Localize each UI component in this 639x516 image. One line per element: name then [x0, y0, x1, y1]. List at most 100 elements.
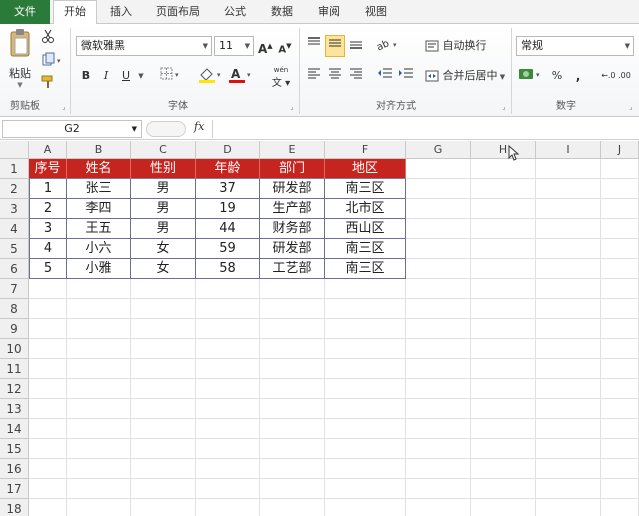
- empty-cell[interactable]: [406, 459, 471, 479]
- row-header-8[interactable]: 8: [0, 299, 29, 319]
- empty-cell[interactable]: [406, 419, 471, 439]
- row-header-14[interactable]: 14: [0, 419, 29, 439]
- empty-cell[interactable]: [406, 359, 471, 379]
- empty-cell[interactable]: [67, 379, 131, 399]
- empty-cell[interactable]: [67, 459, 131, 479]
- table-cell[interactable]: 女: [131, 239, 196, 259]
- table-cell[interactable]: 59: [196, 239, 260, 259]
- empty-cell[interactable]: [196, 399, 260, 419]
- empty-cell[interactable]: [325, 459, 406, 479]
- empty-cell[interactable]: [67, 439, 131, 459]
- empty-cell[interactable]: [406, 259, 471, 279]
- empty-cell[interactable]: [536, 199, 601, 219]
- empty-cell[interactable]: [29, 419, 67, 439]
- table-cell[interactable]: 王五: [67, 219, 131, 239]
- bold-button[interactable]: B: [78, 66, 94, 86]
- empty-cell[interactable]: [325, 379, 406, 399]
- empty-cell[interactable]: [196, 459, 260, 479]
- empty-cell[interactable]: [601, 399, 639, 419]
- empty-cell[interactable]: [406, 339, 471, 359]
- row-header-9[interactable]: 9: [0, 319, 29, 339]
- empty-cell[interactable]: [196, 439, 260, 459]
- empty-cell[interactable]: [601, 339, 639, 359]
- format-painter-icon[interactable]: [40, 74, 56, 94]
- table-cell[interactable]: 研发部: [260, 239, 325, 259]
- tab-home[interactable]: 开始: [53, 0, 97, 25]
- table-cell[interactable]: 1: [29, 179, 67, 199]
- empty-cell[interactable]: [406, 219, 471, 239]
- empty-cell[interactable]: [260, 319, 325, 339]
- row-header-16[interactable]: 16: [0, 459, 29, 479]
- column-header-f[interactable]: F: [325, 141, 406, 159]
- grow-font-button[interactable]: A▲: [258, 36, 273, 56]
- empty-cell[interactable]: [131, 339, 196, 359]
- empty-cell[interactable]: [29, 439, 67, 459]
- align-center-icon[interactable]: [326, 66, 344, 86]
- empty-cell[interactable]: [131, 439, 196, 459]
- formula-bar-divider[interactable]: [146, 121, 186, 137]
- font-name-select[interactable]: 微软雅黑 ▼: [76, 36, 212, 56]
- empty-cell[interactable]: [325, 439, 406, 459]
- row-header-11[interactable]: 11: [0, 359, 29, 379]
- table-cell[interactable]: 工艺部: [260, 259, 325, 279]
- empty-cell[interactable]: [29, 459, 67, 479]
- font-launcher-icon[interactable]: ⌟: [288, 103, 296, 111]
- accounting-format-icon[interactable]: ▾: [518, 66, 546, 86]
- column-header-a[interactable]: A: [29, 141, 67, 159]
- empty-cell[interactable]: [406, 299, 471, 319]
- empty-cell[interactable]: [325, 479, 406, 499]
- italic-button[interactable]: I: [98, 66, 114, 86]
- table-cell[interactable]: 男: [131, 199, 196, 219]
- table-cell[interactable]: 小雅: [67, 259, 131, 279]
- row-header-10[interactable]: 10: [0, 339, 29, 359]
- empty-cell[interactable]: [67, 419, 131, 439]
- underline-button[interactable]: U: [118, 66, 134, 86]
- table-cell[interactable]: 南三区: [325, 259, 406, 279]
- empty-cell[interactable]: [471, 259, 536, 279]
- table-cell[interactable]: 3: [29, 219, 67, 239]
- empty-cell[interactable]: [29, 299, 67, 319]
- row-header-7[interactable]: 7: [0, 279, 29, 299]
- empty-cell[interactable]: [67, 499, 131, 516]
- insert-function-icon[interactable]: fx: [194, 120, 204, 133]
- column-header-c[interactable]: C: [131, 141, 196, 159]
- empty-cell[interactable]: [471, 379, 536, 399]
- empty-cell[interactable]: [536, 419, 601, 439]
- table-cell[interactable]: 南三区: [325, 179, 406, 199]
- empty-cell[interactable]: [260, 499, 325, 516]
- empty-cell[interactable]: [196, 299, 260, 319]
- empty-cell[interactable]: [601, 439, 639, 459]
- empty-cell[interactable]: [260, 459, 325, 479]
- empty-cell[interactable]: [67, 279, 131, 299]
- empty-cell[interactable]: [131, 379, 196, 399]
- table-cell[interactable]: 44: [196, 219, 260, 239]
- empty-cell[interactable]: [196, 279, 260, 299]
- empty-cell[interactable]: [260, 419, 325, 439]
- table-header-cell[interactable]: 性别: [131, 159, 196, 179]
- empty-cell[interactable]: [260, 279, 325, 299]
- table-cell[interactable]: 小六: [67, 239, 131, 259]
- table-cell[interactable]: 58: [196, 259, 260, 279]
- empty-cell[interactable]: [131, 499, 196, 516]
- empty-cell[interactable]: [196, 319, 260, 339]
- empty-cell[interactable]: [406, 379, 471, 399]
- align-left-icon[interactable]: [305, 66, 323, 86]
- tab-file[interactable]: 文件: [0, 0, 50, 24]
- empty-cell[interactable]: [601, 199, 639, 219]
- empty-cell[interactable]: [601, 479, 639, 499]
- row-header-13[interactable]: 13: [0, 399, 29, 419]
- column-header-h[interactable]: H: [471, 141, 536, 159]
- orientation-icon[interactable]: ab ▾: [375, 36, 402, 56]
- empty-cell[interactable]: [67, 359, 131, 379]
- row-header-5[interactable]: 5: [0, 239, 29, 259]
- align-right-icon[interactable]: [347, 66, 365, 86]
- table-cell[interactable]: 研发部: [260, 179, 325, 199]
- tab-page-layout[interactable]: 页面布局: [145, 0, 211, 24]
- row-header-17[interactable]: 17: [0, 479, 29, 499]
- empty-cell[interactable]: [131, 479, 196, 499]
- empty-cell[interactable]: [67, 479, 131, 499]
- empty-cell[interactable]: [131, 359, 196, 379]
- empty-cell[interactable]: [325, 499, 406, 516]
- empty-cell[interactable]: [29, 339, 67, 359]
- empty-cell[interactable]: [325, 279, 406, 299]
